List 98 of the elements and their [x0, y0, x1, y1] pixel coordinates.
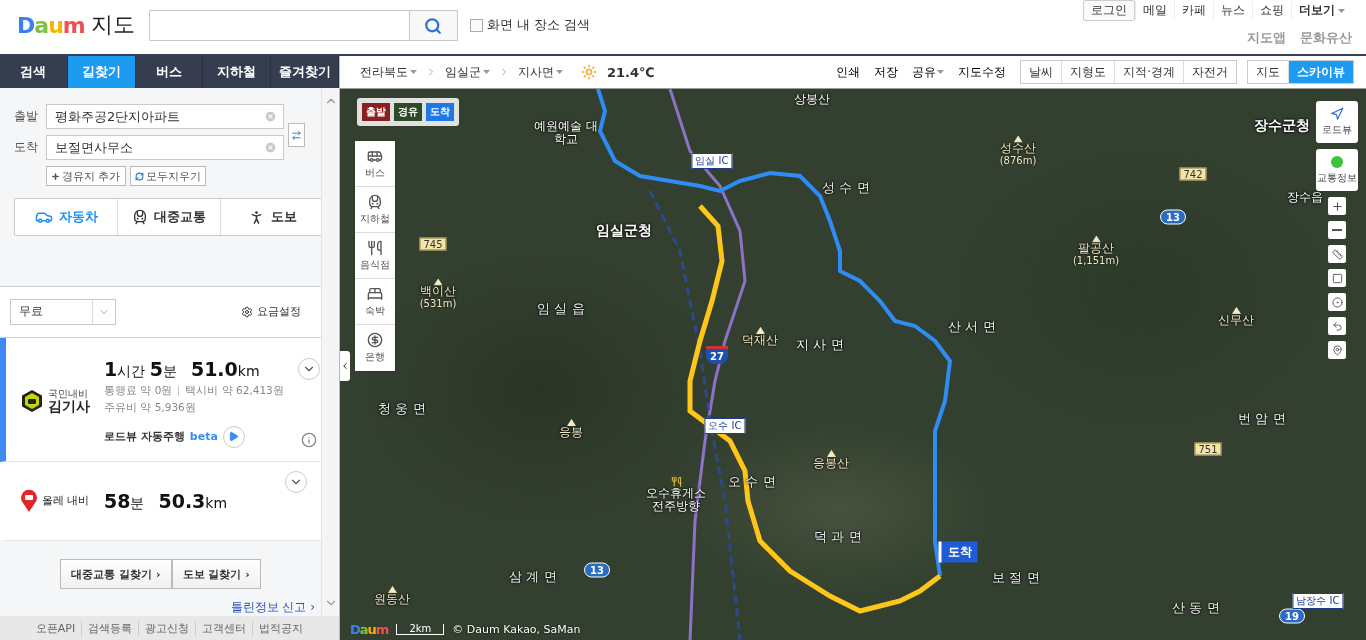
- highway-shield: 27: [706, 346, 728, 364]
- elevation-label: (531m): [419, 298, 457, 310]
- map-control-button[interactable]: 교통정보: [1316, 149, 1358, 191]
- road-number-label: 751: [1194, 442, 1222, 456]
- route-result[interactable]: 국민내비 김기사 1시간 5분 51.0km 통행료 약 0원 택시비 약 62,413원 주유비 약 5,936원 로드뷰 자동주행 beta: [0, 337, 321, 463]
- field-label: 출발: [14, 108, 39, 125]
- map-place-label: 덕 과 면: [814, 529, 862, 545]
- mountain-label: 응봉산: [813, 456, 849, 471]
- category-button[interactable]: 버스: [355, 141, 395, 187]
- daum-logo[interactable]: Daum: [17, 12, 85, 38]
- interchange-label: 남장수 IC: [1292, 593, 1344, 609]
- mountain-label: 신무산: [1218, 313, 1254, 328]
- marker-flag[interactable]: 출발: [362, 103, 390, 121]
- category-button[interactable]: 음식점: [355, 233, 395, 279]
- map-place-label: 보 절 면: [992, 570, 1040, 586]
- copyright: © Daum Kakao, SaMan: [452, 623, 581, 636]
- clear-all-button[interactable]: 모두지우기: [129, 166, 206, 186]
- provider-name: 김기사: [48, 398, 90, 415]
- mountain-label: 원동산: [374, 592, 410, 607]
- marker-flag[interactable]: 경유: [394, 103, 422, 121]
- map-place-label: 임 실 읍: [537, 301, 585, 317]
- footer-link[interactable]: 광고신청: [138, 620, 196, 636]
- footer-link[interactable]: 고객센터: [195, 620, 253, 636]
- interchange-label: 임실 IC: [691, 153, 733, 169]
- location-field[interactable]: 평화주공2단지아파트: [46, 104, 284, 129]
- fare-select[interactable]: 무료: [10, 298, 116, 325]
- road-number-label: 13: [1160, 209, 1186, 225]
- map-control-button[interactable]: 로드뷰: [1316, 101, 1358, 143]
- mountain-label: 백이산: [420, 285, 456, 299]
- map-place-label: 임실군청: [596, 221, 652, 239]
- travel-distance: 50.3km: [158, 489, 228, 512]
- map-place-label: 산 서 면: [948, 319, 996, 335]
- map-place-label: 장수군청: [1254, 116, 1310, 134]
- mountain-label: 팔공산: [1078, 242, 1114, 256]
- fare-settings-button[interactable]: 요금설정: [235, 303, 307, 321]
- region-dropdown[interactable]: 전라북도: [358, 63, 419, 81]
- top-link[interactable]: 카페: [1174, 1, 1213, 20]
- login-button[interactable]: 로그인: [1083, 0, 1135, 21]
- field-label: 도착: [14, 139, 39, 156]
- elevation-label: (876m): [999, 155, 1037, 167]
- travel-time: 1시간 5분: [104, 357, 177, 381]
- map-place-label: 상봉산: [794, 93, 830, 107]
- add-waypoint-button[interactable]: 경유지 추가: [46, 166, 126, 186]
- taxi-fare: 택시비 약 62,413원: [185, 383, 284, 398]
- road-number-label: 19: [1279, 608, 1305, 624]
- map-place-label: 예원예술 대학교: [533, 119, 599, 147]
- travel-time: 58분: [104, 489, 145, 513]
- marker-flag[interactable]: 도착: [426, 103, 454, 121]
- travel-distance: 51.0km: [190, 357, 260, 380]
- location-field[interactable]: 보절면사무소: [46, 135, 284, 160]
- road-number-label: 13: [584, 562, 610, 578]
- destination-flag[interactable]: 도착: [938, 541, 978, 563]
- travel-mode-tab[interactable]: 대중교통: [118, 199, 221, 235]
- map-action-link[interactable]: 공유: [908, 64, 949, 80]
- checkbox-label: 화면 내 장소 검색: [486, 16, 591, 34]
- category-button[interactable]: 지하철: [355, 187, 395, 233]
- road-number-label: 745: [419, 237, 447, 251]
- map-place-label: 청 웅 면: [378, 401, 426, 417]
- map-action-link[interactable]: 지도수정: [954, 64, 1011, 80]
- category-button[interactable]: 은행: [355, 325, 395, 371]
- daum-logo[interactable]: Daum: [350, 622, 389, 637]
- map-place-label: 번 암 면: [1238, 411, 1286, 427]
- report-error-link[interactable]: 틀린정보 신고 ›: [230, 599, 315, 616]
- interchange-label: 오수 IC: [704, 418, 746, 434]
- top-link[interactable]: 뉴스: [1213, 1, 1252, 20]
- region-dropdown[interactable]: 지사면: [516, 63, 565, 81]
- footer-link[interactable]: 오픈API: [29, 620, 82, 636]
- roadview-drive-label: 로드뷰 자동주행: [104, 429, 185, 445]
- mountain-label: 응봉: [559, 425, 583, 440]
- region-dropdown[interactable]: 임실군: [443, 63, 492, 81]
- top-link[interactable]: 메일: [1135, 1, 1174, 20]
- category-button[interactable]: 숙박: [355, 279, 395, 325]
- route-search-button[interactable]: 도보 길찾기 ›: [171, 559, 261, 589]
- mountain-label: 덕재산: [742, 333, 778, 348]
- travel-mode-tab[interactable]: 도보: [221, 199, 323, 235]
- fuel-cost: 주유비 약 5,936원: [104, 400, 197, 415]
- top-link[interactable]: 쇼핑: [1252, 1, 1291, 20]
- temperature: 21.4℃: [607, 64, 655, 80]
- footer-link[interactable]: 검색등록: [81, 620, 139, 636]
- top-link[interactable]: 더보기: [1291, 1, 1352, 20]
- provider-caption: 국민내비: [48, 387, 89, 399]
- elevation-label: (1,151m): [1072, 255, 1120, 267]
- map-place-label: 산 동 면: [1172, 600, 1220, 616]
- footer-link[interactable]: 법적공지: [252, 620, 310, 636]
- map-action-link[interactable]: 인쇄: [832, 64, 865, 80]
- map-place-label: 성 수 면: [822, 180, 870, 196]
- mountain-label: 성수산: [1000, 142, 1036, 156]
- map-place-label: 장수읍: [1287, 191, 1323, 205]
- route-search-button[interactable]: 대중교통 길찾기 ›: [60, 559, 172, 589]
- beta-label: beta: [189, 430, 218, 444]
- scale-bar: 2km: [396, 624, 445, 635]
- toll-fee: 통행료 약 0원: [104, 383, 173, 398]
- provider-name: 올레 내비: [42, 494, 90, 508]
- map-place-label: 지 사 면: [796, 337, 844, 353]
- map-action-link[interactable]: 저장: [870, 64, 903, 80]
- site-title: 지도: [90, 11, 135, 39]
- map-place-label: 삼 계 면: [509, 569, 557, 585]
- road-number-label: 742: [1179, 167, 1207, 181]
